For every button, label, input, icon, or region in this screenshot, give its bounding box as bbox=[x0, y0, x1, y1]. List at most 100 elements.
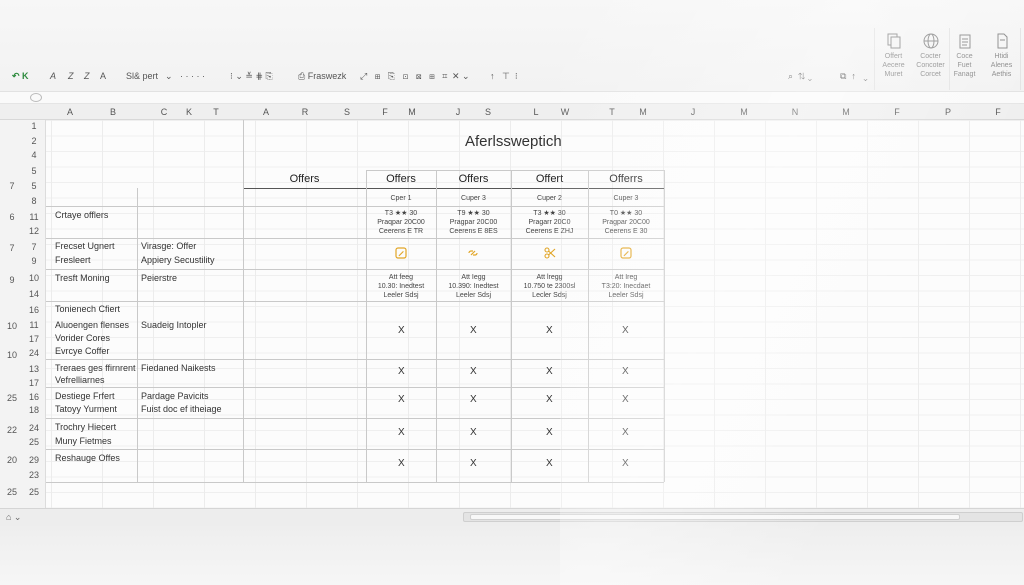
row-number[interactable]: 11 bbox=[24, 212, 44, 222]
page-icon bbox=[997, 33, 1007, 49]
row-number[interactable]: 16 bbox=[24, 305, 44, 315]
column-letter[interactable]: B bbox=[107, 104, 119, 120]
row-number[interactable]: 10 bbox=[2, 350, 22, 360]
row-number[interactable]: 18 bbox=[24, 405, 44, 415]
column-letter[interactable]: J bbox=[452, 104, 464, 120]
column-letter[interactable]: F bbox=[379, 104, 391, 120]
row-number[interactable]: 16 bbox=[24, 392, 44, 402]
row-number[interactable]: 20 bbox=[2, 455, 22, 465]
row-number[interactable]: 10 bbox=[24, 273, 44, 283]
more-options[interactable]: · · · · · bbox=[180, 68, 205, 84]
freeze-label: Fraswezk bbox=[307, 71, 347, 81]
column-letter[interactable]: N bbox=[789, 104, 801, 120]
row-number[interactable]: 4 bbox=[24, 150, 44, 160]
font-color-button[interactable]: A bbox=[100, 68, 106, 84]
row-number[interactable]: 22 bbox=[2, 425, 22, 435]
row-number[interactable]: 24 bbox=[24, 423, 44, 433]
font-name-select[interactable]: Sl& pert bbox=[126, 68, 158, 84]
detail-line: Att Ireg bbox=[614, 274, 638, 281]
row-number[interactable]: 23 bbox=[24, 470, 44, 480]
row-number[interactable]: 17 bbox=[24, 334, 44, 344]
row-number[interactable]: 8 bbox=[24, 196, 44, 206]
edit-icon[interactable] bbox=[620, 247, 632, 259]
font-z-button[interactable]: Z bbox=[68, 68, 74, 84]
font-z2-button[interactable]: Z bbox=[84, 68, 90, 84]
table-rule bbox=[46, 269, 664, 270]
column-letter[interactable]: F bbox=[891, 104, 903, 120]
row-number[interactable]: 11 bbox=[24, 320, 44, 330]
rating-line: Ceerens E TR bbox=[378, 228, 424, 235]
row-number[interactable]: 29 bbox=[24, 455, 44, 465]
column-letter[interactable]: A bbox=[64, 104, 76, 120]
offer-subheader: Cper 1 bbox=[390, 195, 412, 202]
close-icon[interactable]: ✕ ⌄ bbox=[452, 68, 470, 84]
offer-rating: T3 ★★ 30 Pragarr 20C0 Ceerens E ZHJ bbox=[511, 209, 588, 236]
name-box[interactable] bbox=[30, 93, 42, 102]
column-letter[interactable]: T bbox=[606, 104, 618, 120]
up-arrow-icon[interactable]: ↑ ⊤ ⁝ bbox=[490, 68, 518, 84]
row-number[interactable]: 25 bbox=[2, 487, 22, 497]
scissors-icon[interactable] bbox=[544, 247, 556, 259]
row-number[interactable]: 2 bbox=[24, 136, 44, 146]
link-icon[interactable] bbox=[467, 247, 479, 259]
row-desc: Peierstre bbox=[141, 273, 178, 283]
scrollbar-thumb[interactable] bbox=[470, 514, 960, 520]
row-number[interactable]: 13 bbox=[24, 364, 44, 374]
horizontal-scrollbar[interactable] bbox=[463, 512, 1023, 522]
chevron-down-icon[interactable]: ⌄ bbox=[165, 68, 173, 84]
row-number[interactable]: 14 bbox=[24, 289, 44, 299]
column-letter[interactable]: M bbox=[406, 104, 418, 120]
x-mark: X bbox=[622, 458, 629, 469]
column-letter[interactable]: R bbox=[299, 104, 311, 120]
row-number[interactable]: 6 bbox=[2, 212, 22, 222]
detail-line: Lecler Sdsj bbox=[532, 292, 567, 299]
column-letter[interactable]: T bbox=[210, 104, 222, 120]
column-letter[interactable]: A bbox=[260, 104, 272, 120]
row-number[interactable]: 7 bbox=[2, 181, 22, 191]
row-number[interactable]: 25 bbox=[24, 437, 44, 447]
offer-header: Offers bbox=[458, 173, 489, 185]
row-number[interactable]: 7 bbox=[2, 243, 22, 253]
column-letter[interactable]: S bbox=[482, 104, 494, 120]
row-number[interactable]: 7 bbox=[24, 242, 44, 252]
column-letter[interactable]: M bbox=[637, 104, 649, 120]
row-label: Destiege Frfert bbox=[55, 391, 115, 401]
edit-icon[interactable] bbox=[395, 247, 407, 259]
column-letter[interactable]: M bbox=[840, 104, 852, 120]
row-number[interactable]: 1 bbox=[24, 121, 44, 131]
offer-details: Att lregg 10.750 te 2300sl Lecler Sdsj bbox=[511, 273, 588, 300]
column-letter[interactable]: J bbox=[687, 104, 699, 120]
column-letter[interactable]: W bbox=[559, 104, 571, 120]
column-letter[interactable]: P bbox=[942, 104, 954, 120]
offer-rating: T3 ★★ 30 Praqpar 20C00 Ceerens E TR bbox=[366, 209, 436, 236]
x-mark: X bbox=[622, 366, 629, 377]
row-number[interactable]: 5 bbox=[24, 166, 44, 176]
sheet-tab[interactable]: ⌂ ⌄ bbox=[6, 512, 21, 523]
globe-icon bbox=[923, 33, 938, 49]
column-letter[interactable]: K bbox=[183, 104, 195, 120]
row-number[interactable]: 9 bbox=[2, 275, 22, 285]
undo-button[interactable]: ↶ K bbox=[12, 68, 29, 84]
row-number[interactable]: 25 bbox=[2, 393, 22, 403]
column-letter[interactable]: M bbox=[738, 104, 750, 120]
row-label: Reshauge Offes bbox=[55, 453, 120, 463]
search-icon[interactable]: ⌕ ⇅ ⌄ bbox=[788, 68, 812, 84]
align-icon[interactable]: ⁝ ⌄ ≚ ⋕ ⎘ bbox=[230, 68, 273, 84]
offer-subheader: Cuper 2 bbox=[537, 195, 562, 202]
row-number[interactable]: 24 bbox=[24, 348, 44, 358]
row-number[interactable]: 12 bbox=[24, 226, 44, 236]
column-letter[interactable]: L bbox=[530, 104, 542, 120]
column-letter[interactable]: C bbox=[158, 104, 170, 120]
column-letter[interactable]: S bbox=[341, 104, 353, 120]
row-number[interactable]: 10 bbox=[2, 321, 22, 331]
detail-line: Leeler Sdsj bbox=[383, 292, 419, 299]
share-icon[interactable]: ⧉ ↑ ⌄ bbox=[840, 68, 868, 84]
column-letter[interactable]: F bbox=[992, 104, 1004, 120]
sheet-title: Aferlsswep​tich bbox=[465, 133, 562, 150]
row-number[interactable]: 9 bbox=[24, 256, 44, 266]
format-icons[interactable]: ⤢ ⊞ ⎘ ⊡ ⊠ ⊞ ⌗ bbox=[360, 68, 447, 84]
freeze-button[interactable]: ⎙ Fraswezk bbox=[298, 68, 346, 84]
ribbon-label: Coce bbox=[956, 53, 973, 60]
rating-line: Ceerens E 30 bbox=[604, 228, 648, 235]
font-a-button[interactable]: A bbox=[50, 68, 56, 84]
